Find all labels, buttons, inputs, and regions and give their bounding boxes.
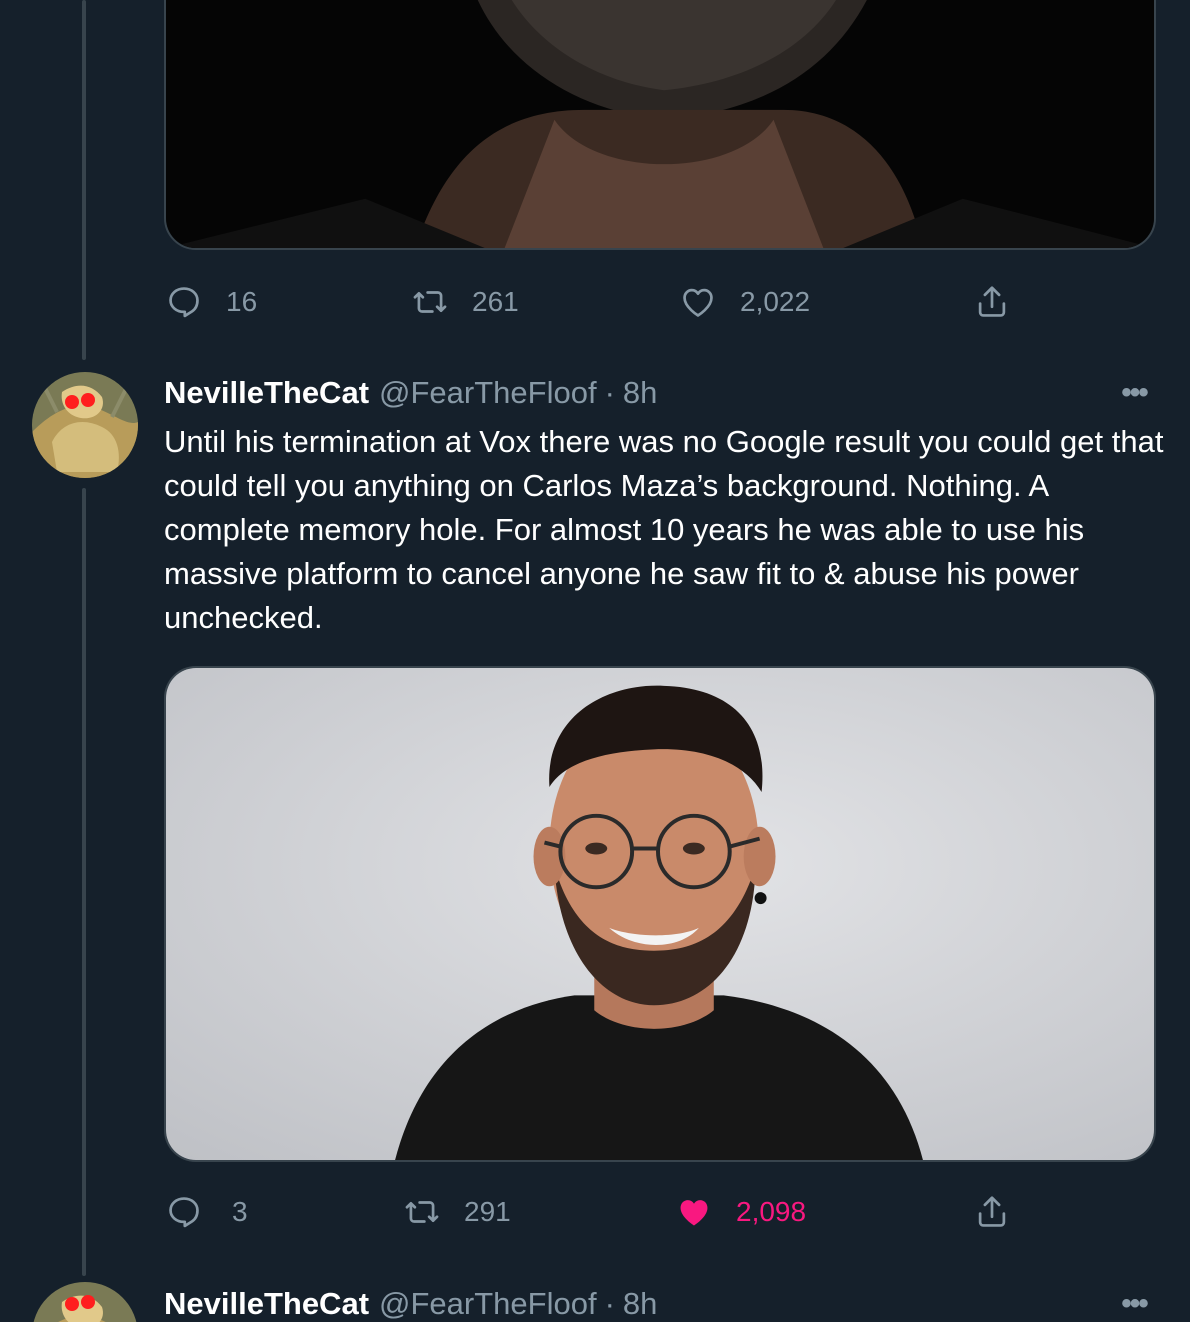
display-name[interactable]: NevilleTheCat bbox=[164, 375, 369, 411]
avatar-image bbox=[32, 372, 138, 478]
separator-dot: · bbox=[604, 375, 615, 410]
retweet-button[interactable]: 291 bbox=[402, 1192, 511, 1232]
like-button[interactable]: 2,022 bbox=[678, 282, 810, 322]
reply-count: 16 bbox=[226, 286, 258, 317]
tweet-actions: 3 291 2,098 bbox=[164, 1192, 1064, 1232]
retweet-count: 291 bbox=[464, 1196, 511, 1227]
tweet-time[interactable]: 8h bbox=[623, 375, 657, 411]
reply-button[interactable]: 3 bbox=[164, 1192, 248, 1232]
thread-line-top bbox=[82, 0, 86, 360]
thread-line-middle bbox=[82, 488, 86, 1276]
like-count: 2,022 bbox=[740, 286, 811, 317]
avatar[interactable] bbox=[32, 372, 138, 478]
tweet-text: Until his termination at Vox there was n… bbox=[164, 424, 1164, 635]
share-icon bbox=[972, 1192, 1012, 1232]
more-icon[interactable]: ••• bbox=[1112, 378, 1156, 418]
reply-button[interactable]: 16 bbox=[164, 282, 257, 322]
retweet-icon bbox=[402, 1192, 442, 1232]
tweet-prev-media[interactable] bbox=[164, 0, 1156, 250]
tweet-header-next: NevilleTheCat @FearTheFloof · 8h bbox=[164, 1284, 657, 1322]
tweet-header: NevilleTheCat @FearTheFloof · 8h bbox=[164, 373, 657, 413]
share-button[interactable] bbox=[972, 1192, 1012, 1232]
like-icon bbox=[674, 1192, 714, 1232]
like-icon bbox=[678, 282, 718, 322]
share-button[interactable] bbox=[972, 282, 1012, 322]
retweet-icon bbox=[410, 282, 450, 322]
separator-dot: · bbox=[604, 1286, 615, 1321]
portrait-photo-dark bbox=[166, 0, 1154, 248]
tweet-time[interactable]: 8h bbox=[623, 1286, 657, 1322]
tweet-prev-actions: 16 261 2,022 bbox=[164, 282, 1064, 322]
avatar-image bbox=[32, 1282, 138, 1322]
reply-icon bbox=[164, 1192, 204, 1232]
display-name[interactable]: NevilleTheCat bbox=[164, 1286, 369, 1322]
reply-icon bbox=[164, 282, 204, 322]
reply-count: 3 bbox=[232, 1196, 248, 1227]
share-icon bbox=[972, 282, 1012, 322]
tweet-media[interactable] bbox=[164, 666, 1156, 1162]
more-icon[interactable]: ••• bbox=[1112, 1289, 1156, 1322]
portrait-photo-light bbox=[166, 668, 1154, 1160]
user-handle[interactable]: @FearTheFloof bbox=[379, 375, 597, 411]
avatar[interactable] bbox=[32, 1282, 138, 1322]
like-button[interactable]: 2,098 bbox=[674, 1192, 806, 1232]
retweet-count: 261 bbox=[472, 286, 519, 317]
like-count: 2,098 bbox=[736, 1196, 807, 1227]
user-handle[interactable]: @FearTheFloof bbox=[379, 1286, 597, 1322]
retweet-button[interactable]: 261 bbox=[410, 282, 519, 322]
